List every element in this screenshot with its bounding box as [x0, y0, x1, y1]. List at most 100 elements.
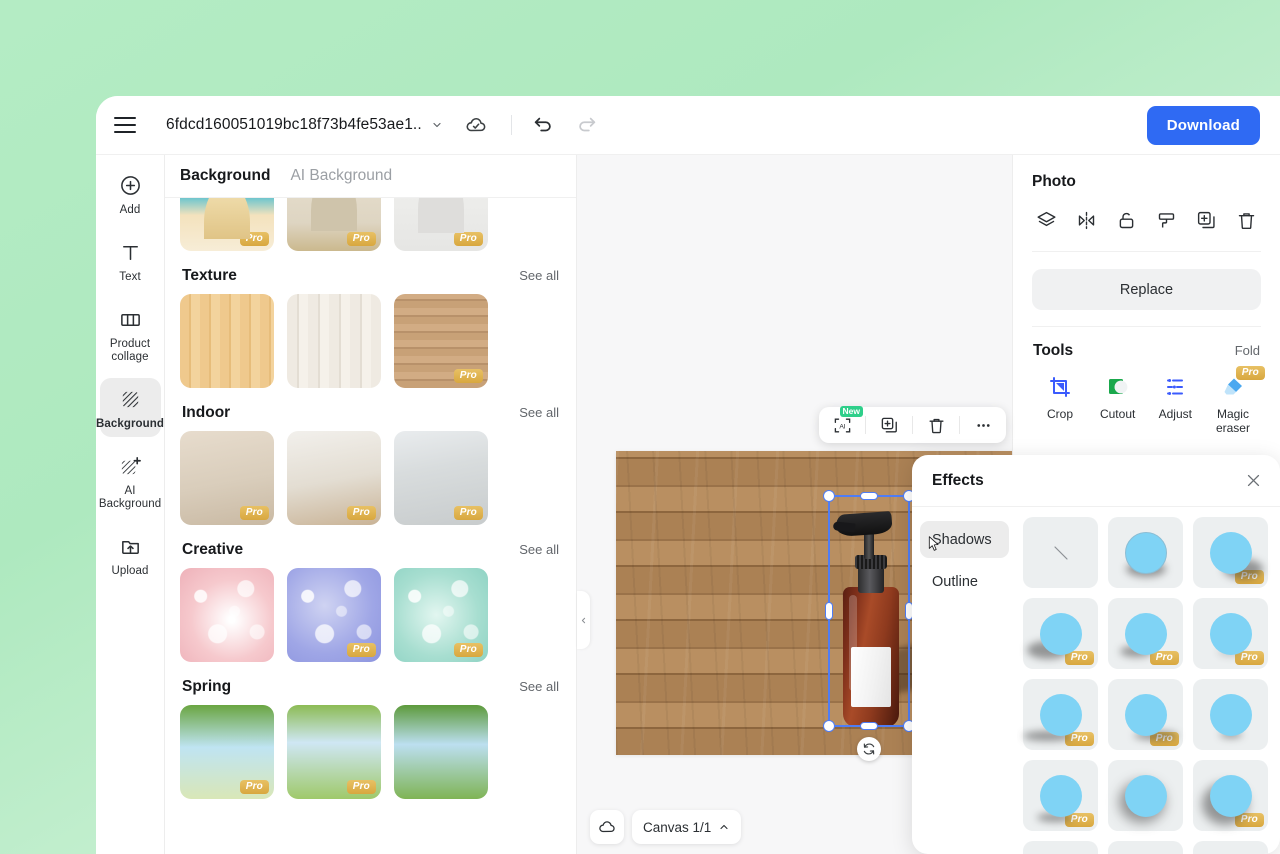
shadow-preset[interactable] — [1193, 841, 1268, 854]
sidebar-item-ai-background[interactable]: AI Background — [99, 445, 161, 517]
pro-badge: Pro — [346, 643, 376, 657]
effects-body: Shadows Outline Pro Pro Pro Pro Pro Pro … — [912, 507, 1280, 854]
background-thumb[interactable]: Pro — [180, 431, 274, 525]
no-shadow-icon — [1053, 545, 1068, 560]
download-button[interactable]: Download — [1146, 105, 1260, 145]
shadow-preset[interactable] — [1108, 517, 1183, 588]
see-all-link[interactable]: See all — [519, 268, 559, 283]
tab-ai-background[interactable]: AI Background — [290, 167, 392, 185]
pro-badge: Pro — [453, 369, 483, 383]
unlock-icon[interactable] — [1113, 207, 1139, 233]
background-thumb[interactable]: Pro — [394, 568, 488, 662]
background-thumb[interactable]: Pro — [287, 198, 381, 251]
background-thumb[interactable] — [394, 705, 488, 799]
document-title[interactable]: 6fdcd160051019bc18f73b4fe53ae1... — [166, 116, 421, 134]
rotate-handle[interactable] — [857, 737, 881, 761]
library-tabs: Background AI Background — [165, 155, 576, 198]
background-thumb[interactable] — [180, 294, 274, 388]
background-thumb[interactable]: Pro — [394, 198, 488, 251]
background-thumb[interactable] — [287, 294, 381, 388]
background-thumb[interactable]: Pro — [180, 198, 274, 251]
duplicate-icon[interactable] — [1194, 207, 1220, 233]
shadow-preset[interactable]: Pro — [1193, 760, 1268, 831]
see-all-link[interactable]: See all — [519, 679, 559, 694]
sidebar-item-upload[interactable]: Upload — [100, 525, 161, 584]
shadow-preset[interactable]: Pro — [1023, 598, 1098, 669]
background-thumb[interactable]: Pro — [287, 705, 381, 799]
undo-icon[interactable] — [532, 114, 554, 136]
object-float-toolbar: AI New — [819, 406, 1006, 443]
see-all-link[interactable]: See all — [519, 405, 559, 420]
tool-adjust[interactable]: Adjust — [1147, 374, 1203, 435]
hamburger-icon[interactable] — [114, 117, 136, 133]
canvas-page-label: Canvas 1/1 — [643, 819, 712, 835]
selection-box[interactable] — [823, 490, 915, 732]
app-header: 6fdcd160051019bc18f73b4fe53ae1... Downlo… — [96, 96, 1280, 155]
left-rail: Add Text Product collage Background AI B — [96, 155, 165, 854]
flip-horizontal-icon[interactable] — [1073, 207, 1099, 233]
effects-header: Effects — [912, 455, 1280, 507]
background-thumb[interactable]: Pro — [394, 294, 488, 388]
sidebar-item-text[interactable]: Text — [100, 231, 161, 290]
effects-popover: Effects Shadows Outline Pro Pro Pro Pro … — [912, 455, 1280, 854]
header-divider — [511, 115, 512, 135]
pro-badge: Pro — [239, 780, 269, 794]
chevron-up-icon — [720, 824, 728, 830]
background-thumb[interactable]: Pro — [287, 568, 381, 662]
shadow-preset[interactable] — [1108, 841, 1183, 854]
section-title: Spring — [182, 678, 232, 695]
shadow-preset[interactable] — [1193, 679, 1268, 750]
effects-title: Effects — [932, 471, 984, 489]
sidebar-item-add[interactable]: Add — [100, 164, 161, 223]
background-thumb[interactable] — [180, 568, 274, 662]
trash-icon[interactable] — [1234, 207, 1260, 233]
shadow-preset-none[interactable] — [1023, 517, 1098, 588]
thumbnail-row: Pro Pro Pro — [180, 198, 561, 251]
duplicate-button[interactable] — [866, 407, 912, 443]
delete-button[interactable] — [913, 407, 959, 443]
layers-icon[interactable] — [1033, 207, 1059, 233]
shadow-preset[interactable] — [1023, 841, 1098, 854]
sidebar-item-background[interactable]: Background — [96, 378, 164, 437]
resize-handle-top-left[interactable] — [823, 490, 835, 502]
shadow-preset[interactable]: Pro — [1023, 760, 1098, 831]
resize-handle-bottom[interactable] — [860, 722, 878, 730]
shadow-preset[interactable]: Pro — [1022, 679, 1098, 750]
panel-collapse-handle[interactable] — [577, 591, 590, 649]
chevron-down-icon[interactable] — [431, 119, 443, 131]
resize-handle-bottom-left[interactable] — [823, 720, 835, 732]
resize-handle-top[interactable] — [860, 492, 878, 500]
replace-button[interactable]: Replace — [1032, 269, 1261, 310]
background-thumb[interactable]: Pro — [394, 431, 488, 525]
shadow-preset[interactable] — [1108, 760, 1183, 831]
redo-icon[interactable] — [576, 114, 598, 136]
tool-magic-eraser[interactable]: Pro Magic eraser — [1205, 366, 1265, 435]
effects-nav-outline[interactable]: Outline — [920, 563, 1009, 600]
canvas-cloud-button[interactable] — [590, 810, 624, 844]
effects-nav-label: Outline — [932, 573, 978, 590]
shadow-preset[interactable]: Pro — [1193, 598, 1268, 669]
see-all-link[interactable]: See all — [519, 542, 559, 557]
close-icon[interactable] — [1245, 472, 1262, 489]
resize-handle-left[interactable] — [825, 602, 833, 620]
tool-cutout[interactable]: Cutout — [1090, 374, 1146, 435]
pro-badge: Pro — [1235, 366, 1265, 380]
shadow-preset[interactable]: Pro — [1108, 679, 1183, 750]
tool-crop[interactable]: Crop — [1032, 374, 1088, 435]
shadow-preset[interactable]: Pro — [1108, 598, 1183, 669]
fold-link[interactable]: Fold — [1235, 343, 1260, 358]
more-options-button[interactable] — [960, 407, 1006, 443]
effects-nav-shadows[interactable]: Shadows — [920, 521, 1009, 558]
tab-background[interactable]: Background — [180, 167, 270, 185]
paint-roller-icon[interactable] — [1154, 207, 1180, 233]
shadow-preset[interactable]: Pro — [1193, 517, 1268, 588]
canvas-page-selector[interactable]: Canvas 1/1 — [632, 810, 742, 844]
sidebar-item-product-collage[interactable]: Product collage — [100, 298, 161, 370]
cloud-saved-icon[interactable] — [465, 114, 487, 136]
background-thumb[interactable]: Pro — [180, 705, 274, 799]
section-header-creative: Creative See all — [180, 525, 561, 568]
section-header-indoor: Indoor See all — [180, 388, 561, 431]
ai-scan-button[interactable]: AI New — [819, 406, 865, 443]
effects-nav-label: Shadows — [932, 531, 992, 548]
background-thumb[interactable]: Pro — [287, 431, 381, 525]
